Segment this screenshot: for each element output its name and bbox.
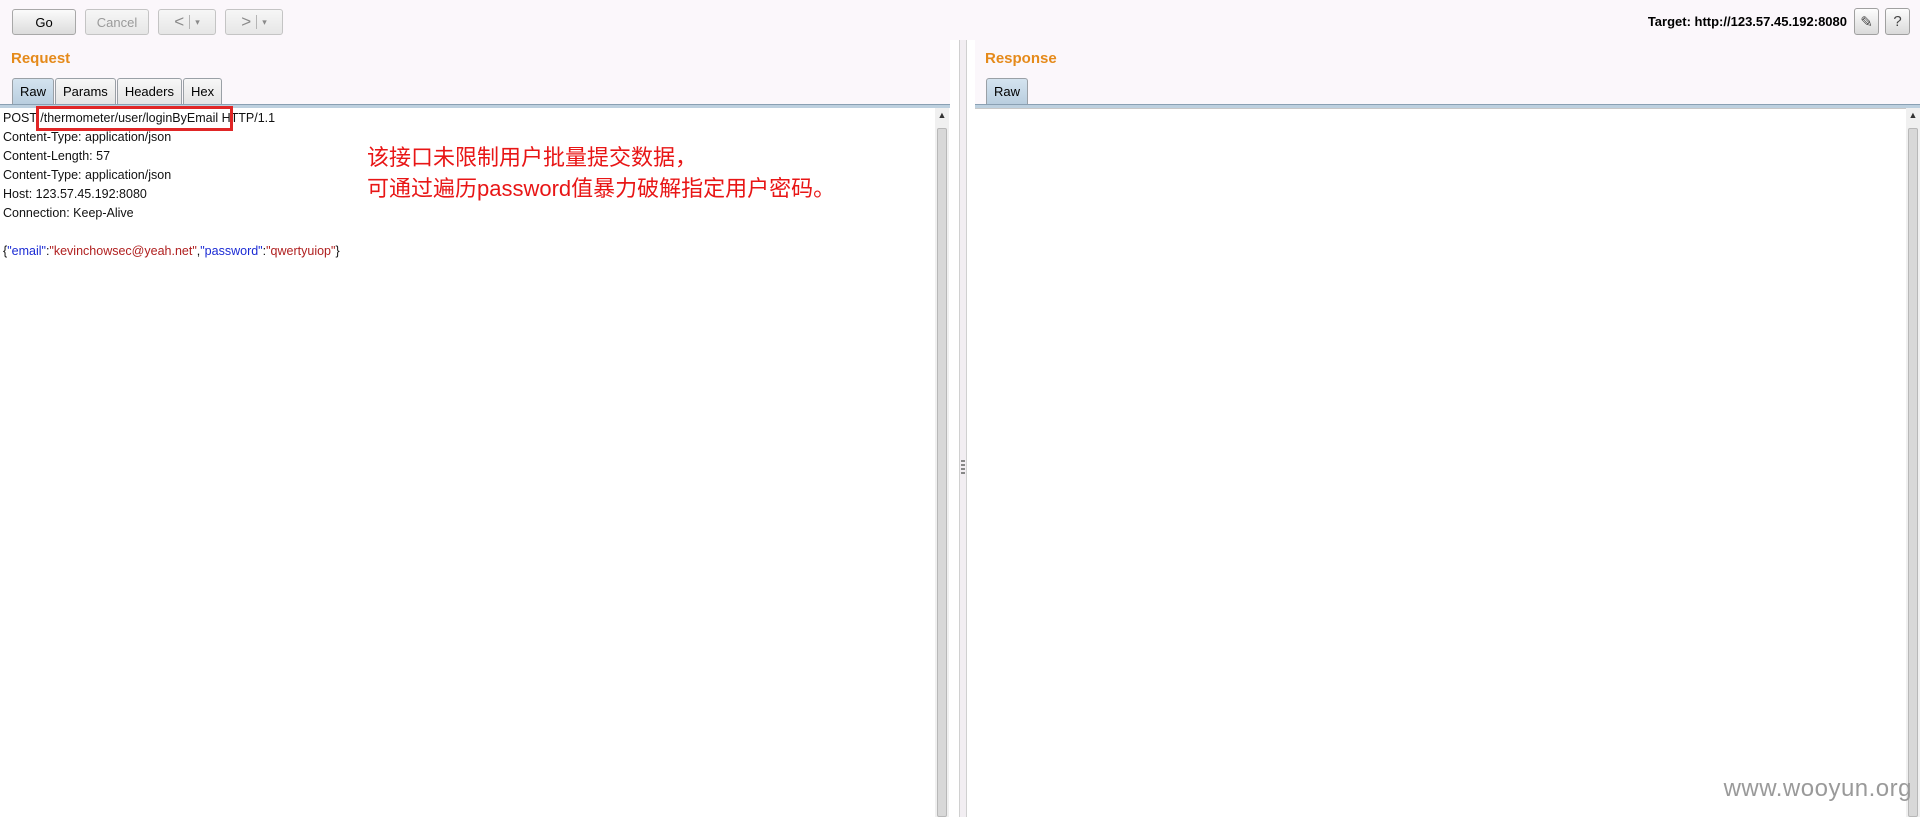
divider-grip-icon[interactable]	[961, 460, 965, 476]
response-header: Response Raw	[975, 40, 1920, 108]
forward-dropdown-icon[interactable]: ▾	[262, 17, 267, 28]
request-header: Request Raw Params Headers Hex	[0, 40, 950, 108]
annotation-line-2: 可通过遍历password值暴力破解指定用户密码。	[367, 176, 836, 201]
pencil-glyph: ✎	[1860, 13, 1873, 31]
back-dropdown-icon[interactable]: ▾	[195, 17, 200, 28]
help-icon[interactable]: ?	[1885, 8, 1910, 35]
request-tabs: Raw Params Headers Hex	[12, 78, 223, 104]
response-editor[interactable]	[975, 108, 1906, 818]
back-button[interactable]: < ▾	[158, 9, 216, 35]
json-key-email: "email"	[7, 244, 46, 258]
annotation-line-1: 该接口未限制用户批量提交数据，	[367, 145, 698, 170]
tab-params[interactable]: Params	[55, 78, 116, 104]
request-editor[interactable]: POST /thermometer/user/loginByEmail HTTP…	[0, 108, 937, 817]
cancel-button[interactable]: Cancel	[85, 9, 149, 35]
forward-separator	[256, 15, 258, 29]
cancel-button-label: Cancel	[96, 14, 138, 30]
pane-divider[interactable]	[959, 40, 967, 817]
vulnerability-annotation: 该接口未限制用户批量提交数据， 可通过遍历password值暴力破解指定用户密码…	[367, 142, 835, 204]
header-line: Connection: Keep-Alive	[3, 206, 134, 220]
json-value-password: "qwertyuiop"	[266, 244, 336, 258]
json-key-password: "password"	[200, 244, 263, 258]
go-button-label: Go	[35, 14, 53, 30]
target-label: Target: http://123.57.45.192:8080	[1647, 14, 1847, 29]
tab-headers[interactable]: Headers	[116, 78, 182, 104]
json-value-email: "kevinchowsec@yeah.net"	[49, 244, 197, 258]
scroll-up-icon[interactable]: ▲	[1906, 110, 1920, 120]
header-line: Content-Type: application/json	[3, 168, 172, 182]
response-tabs: Raw	[986, 78, 1029, 104]
pencil-icon[interactable]: ✎	[1854, 8, 1879, 35]
response-scrollbar[interactable]: ▲	[1906, 108, 1920, 817]
header-line: Content-Length: 57	[3, 149, 111, 163]
request-body: {"email":"kevinchowsec@yeah.net","passwo…	[3, 244, 340, 258]
scroll-up-icon[interactable]: ▲	[935, 110, 949, 120]
request-scrollbar[interactable]: ▲	[935, 108, 949, 817]
forward-button[interactable]: > ▾	[225, 9, 283, 35]
header-line: Content-Type: application/json	[3, 130, 172, 144]
json-brace-close: }	[335, 244, 340, 258]
toolbar: Go Cancel < ▾ > ▾ Target: http://123.57.…	[0, 0, 1920, 40]
tab-response-raw[interactable]: Raw	[986, 78, 1029, 104]
back-separator	[189, 15, 191, 29]
header-line: Host: 123.57.45.192:8080	[3, 187, 147, 201]
response-title: Response	[985, 50, 1057, 67]
tab-raw[interactable]: Raw	[12, 78, 55, 104]
back-arrow-icon: <	[174, 12, 185, 31]
go-button[interactable]: Go	[12, 9, 76, 35]
endpoint-highlight-box	[36, 106, 233, 131]
watermark: www.wooyun.org	[1723, 775, 1912, 802]
help-glyph: ?	[1893, 13, 1902, 30]
forward-arrow-icon: >	[241, 12, 252, 31]
scroll-thumb[interactable]	[937, 128, 947, 817]
scroll-thumb[interactable]	[1908, 128, 1918, 817]
request-title: Request	[11, 50, 71, 67]
tab-hex[interactable]: Hex	[182, 78, 223, 104]
request-method: POST	[3, 111, 41, 125]
